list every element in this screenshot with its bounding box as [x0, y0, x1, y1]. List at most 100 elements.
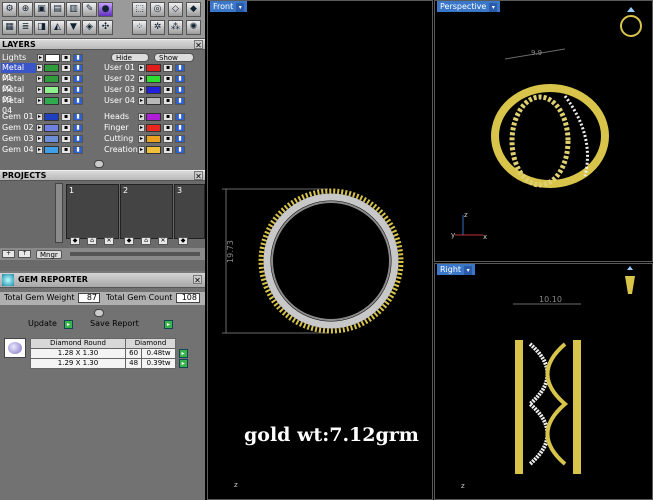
lock-icon[interactable]: ▪: [61, 64, 71, 72]
layer-row[interactable]: Metal 03 ▸ ▪ ▮: [1, 85, 99, 104]
arrow-right-icon[interactable]: ▸: [36, 113, 43, 121]
visible-icon[interactable]: ▮: [175, 86, 185, 94]
cylinder-icon[interactable]: ▤: [50, 2, 65, 17]
arrow-right-icon[interactable]: ▸: [36, 86, 43, 94]
hide-button[interactable]: Hide: [111, 53, 149, 62]
lock-icon[interactable]: ▪: [61, 86, 71, 94]
layer-color-swatch[interactable]: [146, 124, 161, 132]
arrow-right-icon[interactable]: ▸: [138, 135, 145, 143]
pave-tool-icon[interactable]: ⁂: [168, 20, 183, 35]
layer-name[interactable]: Metal 01: [1, 63, 36, 82]
layer-color-swatch[interactable]: [146, 75, 161, 83]
layer-name[interactable]: Metal 03: [1, 85, 36, 104]
lock-icon[interactable]: ▪: [61, 54, 71, 62]
layer-name[interactable]: Creation: [103, 145, 138, 155]
sphere-icon[interactable]: ●: [98, 2, 113, 17]
load-icon[interactable]: ◆: [124, 237, 134, 245]
layer-row[interactable]: User 04 ▸ ▪ ▮: [103, 96, 201, 106]
stones-icon[interactable]: ⁘: [132, 20, 147, 35]
arrow-right-icon[interactable]: ▸: [36, 135, 43, 143]
layer-color-swatch[interactable]: [44, 135, 59, 143]
arrow-right-icon[interactable]: ▸: [138, 124, 145, 132]
layer-name[interactable]: Finger: [103, 123, 138, 133]
lock-icon[interactable]: ▪: [163, 135, 173, 143]
arrow-right-icon[interactable]: ▸: [138, 97, 145, 105]
layer-name[interactable]: User 02: [103, 74, 138, 84]
lock-icon[interactable]: ▪: [163, 146, 173, 154]
layer-row[interactable]: Metal 04 ▸ ▪ ▮: [1, 96, 99, 115]
visible-icon[interactable]: ▮: [73, 75, 83, 83]
splitter-handle[interactable]: [94, 160, 104, 168]
layer-row[interactable]: Metal 02 ▸ ▪ ▮: [1, 74, 99, 93]
layer-row[interactable]: User 02 ▸ ▪ ▮: [103, 74, 201, 84]
gem-tool-icon[interactable]: ◆: [186, 2, 201, 17]
layer-row[interactable]: Metal 01 ▸ ▪ ▮: [1, 63, 99, 82]
layer-color-swatch[interactable]: [146, 113, 161, 121]
table-row[interactable]: 1.28 X 1.30 60 0.48tw ▸: [30, 348, 191, 359]
lock-icon[interactable]: ▪: [163, 64, 173, 72]
visible-icon[interactable]: ▮: [73, 135, 83, 143]
close-icon[interactable]: ✕: [158, 237, 168, 245]
layer-color-swatch[interactable]: [44, 124, 59, 132]
lock-icon[interactable]: ▪: [61, 113, 71, 121]
gear-icon[interactable]: ⚙: [2, 2, 17, 17]
ring-tool-icon[interactable]: ◎: [150, 2, 165, 17]
layer-row[interactable]: Gem 03 ▸ ▪ ▮: [1, 134, 99, 144]
layer-row[interactable]: Gem 02 ▸ ▪ ▮: [1, 123, 99, 133]
arrow-right-icon[interactable]: ▸: [138, 86, 145, 94]
visible-icon[interactable]: ▮: [175, 75, 185, 83]
add-project-button[interactable]: +: [2, 250, 15, 258]
layer-name[interactable]: Gem 03: [1, 134, 36, 144]
show-button[interactable]: Show: [154, 53, 194, 62]
layer-color-swatch[interactable]: [146, 146, 161, 154]
layer-color-swatch[interactable]: [44, 146, 59, 154]
select-row-button[interactable]: ▸: [178, 359, 188, 368]
lock-icon[interactable]: ▪: [61, 146, 71, 154]
manager-button[interactable]: Mngr: [36, 250, 62, 259]
layer-row[interactable]: Heads ▸ ▪ ▮: [103, 112, 201, 122]
layer-color-swatch[interactable]: [146, 135, 161, 143]
layer-name[interactable]: User 04: [103, 96, 138, 106]
scale-icon[interactable]: ⊕: [18, 2, 33, 17]
layer-color-swatch[interactable]: [146, 64, 161, 72]
arrow-right-icon[interactable]: ▸: [138, 75, 145, 83]
layers-icon[interactable]: ≣: [18, 20, 33, 35]
gem-thumbnail[interactable]: [4, 338, 26, 358]
visible-icon[interactable]: ▮: [73, 124, 83, 132]
save-report-button[interactable]: ▸: [164, 320, 173, 329]
pen-icon[interactable]: ✎: [82, 2, 97, 17]
close-icon[interactable]: ✕: [104, 237, 114, 245]
lock-icon[interactable]: ▪: [163, 75, 173, 83]
layer-name[interactable]: User 01: [103, 63, 138, 73]
projects-hscroll[interactable]: [70, 252, 200, 256]
layer-name[interactable]: Cutting: [103, 134, 138, 144]
layer-row[interactable]: Gem 04 ▸ ▪ ▮: [1, 145, 99, 155]
tube-icon[interactable]: ▥: [66, 2, 81, 17]
layer-name[interactable]: Gem 02: [1, 123, 36, 133]
home-icon[interactable]: ⌂: [87, 237, 97, 245]
lights-swatch[interactable]: [45, 54, 60, 62]
visible-icon[interactable]: ▮: [175, 124, 185, 132]
setting-tool-icon[interactable]: ✺: [186, 20, 201, 35]
layer-color-swatch[interactable]: [44, 113, 59, 121]
visible-icon[interactable]: ▮: [175, 97, 185, 105]
table-row[interactable]: 1.29 X 1.30 48 0.39tw ▸: [30, 358, 191, 369]
lock-icon[interactable]: ▪: [163, 97, 173, 105]
visible-icon[interactable]: ▮: [73, 86, 83, 94]
close-icon[interactable]: ✕: [193, 275, 202, 285]
update-button[interactable]: ▸: [64, 320, 73, 329]
extrude-icon[interactable]: ◨: [34, 20, 49, 35]
projects-scrollbar[interactable]: [55, 183, 63, 243]
visible-icon[interactable]: ▮: [175, 64, 185, 72]
lock-icon[interactable]: ▪: [163, 124, 173, 132]
layer-row[interactable]: Gem 01 ▸ ▪ ▮: [1, 112, 99, 122]
gem-cut-icon[interactable]: ◈: [82, 20, 97, 35]
layer-row[interactable]: Cutting ▸ ▪ ▮: [103, 134, 201, 144]
arrow-right-icon[interactable]: ▸: [138, 64, 145, 72]
arrow-right-icon[interactable]: ▸: [36, 75, 43, 83]
layer-color-swatch[interactable]: [44, 64, 59, 72]
arrow-right-icon[interactable]: ▸: [36, 97, 43, 105]
visible-icon[interactable]: ▮: [175, 146, 185, 154]
arrow-right-icon[interactable]: ▸: [36, 124, 43, 132]
lock-icon[interactable]: ▪: [163, 86, 173, 94]
